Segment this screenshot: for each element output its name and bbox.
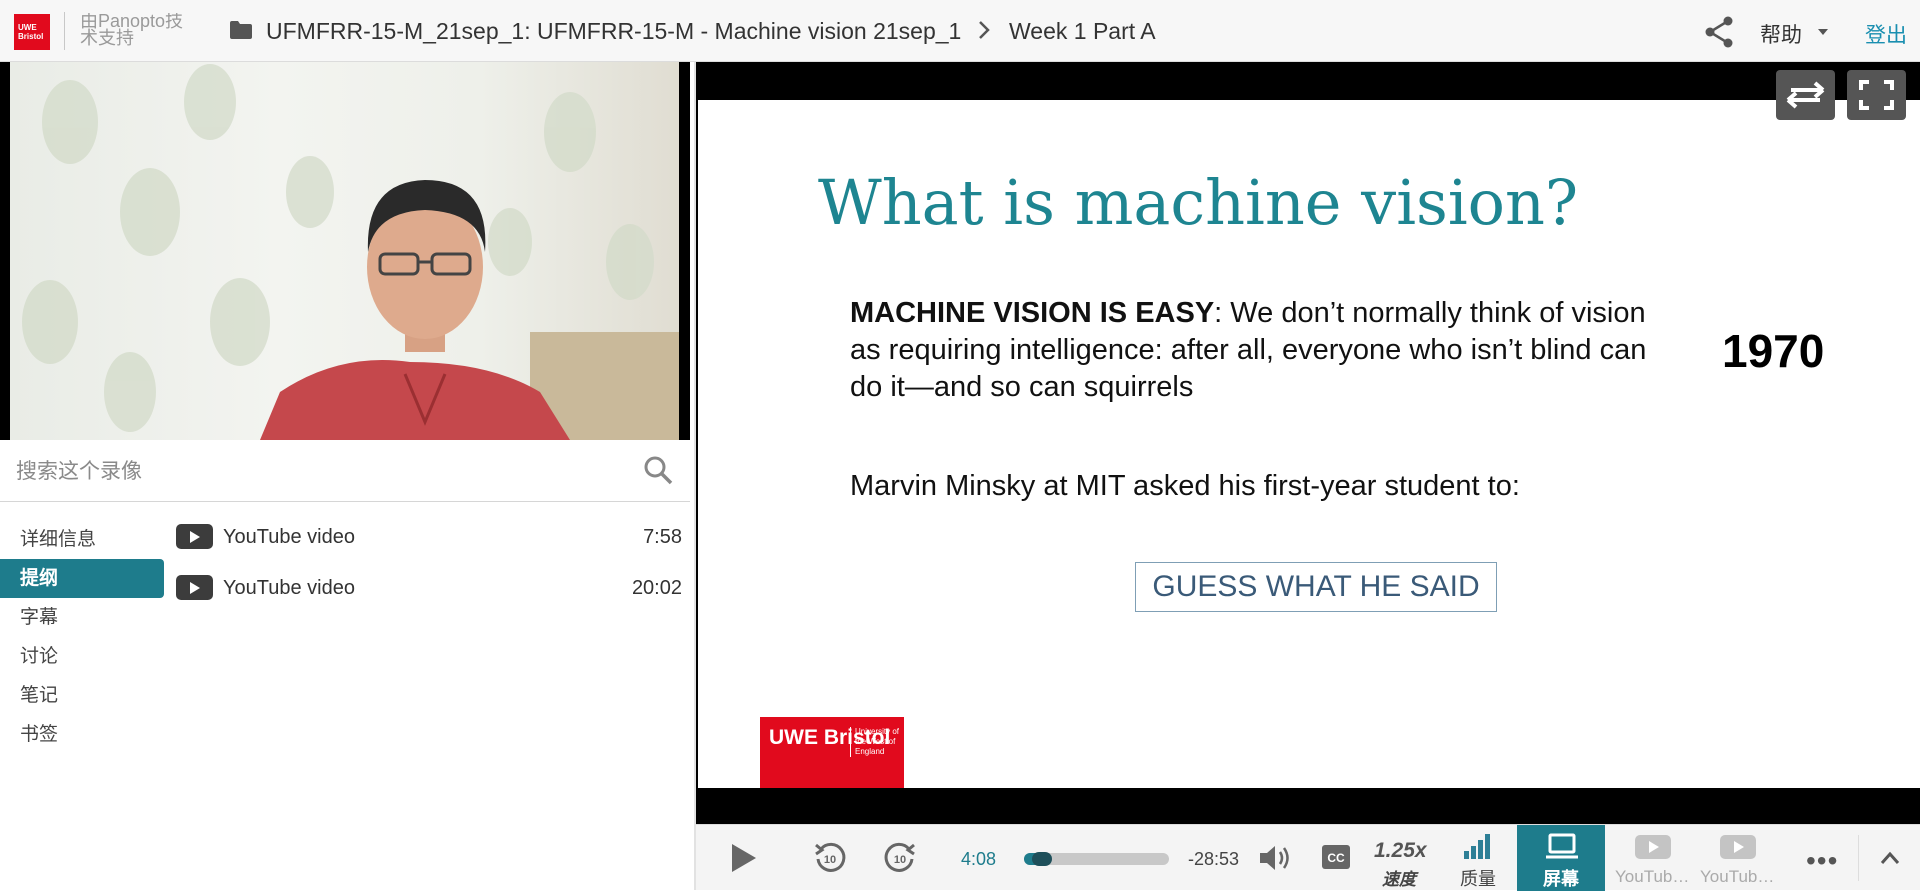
outline-item-title: YouTube video [223,526,355,548]
svg-text:CC: CC [1327,851,1345,865]
more-options-icon[interactable]: ••• [1806,845,1838,877]
tab-screen-label: 屏幕 [1543,869,1579,890]
remaining-time: -28:53 [1188,849,1240,869]
youtube-icon [1720,835,1756,859]
presenter-video-frame [10,62,679,440]
sidebar-nav: 详细信息 提纲 字幕 讨论 笔记 书签 [0,520,164,754]
youtube-icon [176,524,213,549]
logo-text: UWE Bristol [18,23,44,41]
slide-paragraph-1: MACHINE VISION IS EASY: We don’t normall… [850,295,1670,406]
folder-icon [230,21,252,39]
slide-logo-small: University of the West of England [850,727,902,757]
top-bar: UWE Bristol 由Panopto技术支持 UFMFRR-15-M_21s… [0,0,1920,62]
webcam-video[interactable] [0,62,690,440]
slide-year: 1970 [1722,325,1825,377]
chevron-down-icon[interactable] [1818,29,1828,35]
elapsed-time: 4:08 [961,849,997,869]
sidebar-item-bookmarks[interactable]: 书签 [0,715,164,754]
list-item[interactable]: YouTube video 20:02 [176,569,682,620]
search-icon[interactable] [643,455,673,485]
slide-paragraph-2: Marvin Minsky at MIT asked his first-yea… [850,470,1520,502]
divider [1858,835,1859,881]
forward-10-icon[interactable]: 10 [883,841,917,875]
swap-button[interactable] [1776,70,1835,120]
logout-link[interactable]: 登出 [1865,19,1907,49]
rewind-10-icon[interactable]: 10 [813,841,847,875]
slide-paragraph-1-bold: MACHINE VISION IS EASY [850,297,1215,329]
tab-youtube-2[interactable]: YouTube video [1696,825,1776,891]
uwe-logo[interactable]: UWE Bristol [14,14,50,50]
list-item[interactable]: YouTube video 7:58 [176,518,682,569]
sidebar-item-notes[interactable]: 笔记 [0,676,164,715]
outline-list: YouTube video 7:58 YouTube video 20:02 [176,518,682,620]
swap-icon [1786,81,1825,109]
breadcrumb-session: Week 1 Part A [1009,18,1156,44]
laptop-icon [1546,833,1578,859]
breadcrumb-folder[interactable]: UFMFRR-15-M_21sep_1: UFMFRR-15-M - Machi… [266,18,961,45]
sidebar-item-details[interactable]: 详细信息 [0,520,164,559]
powered-by-text[interactable]: 由Panopto技术支持 [80,13,196,51]
tab-youtube-1[interactable]: YouTube video [1613,825,1693,891]
share-icon[interactable] [1704,16,1734,48]
quality-icon[interactable] [1464,833,1492,859]
search-bar [0,440,690,502]
tab-youtube-1-label: YouTube video [1615,867,1691,886]
fullscreen-button[interactable] [1847,70,1906,120]
sidebar-item-discussion[interactable]: 讨论 [0,637,164,676]
search-input[interactable] [16,452,616,490]
play-icon[interactable] [730,843,758,873]
outline-item-title: YouTube video [223,577,355,599]
slide-logo: UWE Bristol University of the West of En… [760,717,904,788]
outline-item-time: 20:02 [631,577,682,599]
speed-label[interactable]: 速度 [1382,865,1416,890]
svg-text:10: 10 [824,854,836,866]
help-menu[interactable]: 帮助 [1760,19,1802,49]
progress-handle[interactable] [1032,852,1053,866]
quality-label[interactable]: 质量 [1460,865,1496,891]
slide-content: What is machine vision? MACHINE VISION I… [698,100,1920,788]
youtube-icon [176,575,213,600]
progress-bar[interactable] [1024,852,1169,866]
volume-icon[interactable] [1258,843,1294,873]
tab-youtube-2-label: YouTube video [1700,867,1776,886]
chevron-right-icon [979,21,990,39]
tab-screen[interactable]: 屏幕 [1517,825,1605,891]
svg-text:10: 10 [894,854,906,866]
sidebar-item-outline[interactable]: 提纲 [0,559,164,598]
guess-button: GUESS WHAT HE SAID [1135,562,1497,612]
closed-captions-icon[interactable]: CC [1322,845,1350,869]
fullscreen-icon [1859,80,1894,110]
slide-title: What is machine vision? [818,166,1579,239]
player-controls: 10 10 4:08 -28:53 CC 1.25x 速度 质量 屏幕 YouT… [696,824,1920,891]
speed-value[interactable]: 1.25x [1374,839,1427,863]
chevron-up-icon[interactable] [1880,851,1900,865]
youtube-icon [1635,835,1671,859]
sidebar-item-captions[interactable]: 字幕 [0,598,164,637]
outline-item-time: 7:58 [643,526,682,548]
presenter-image [22,64,679,440]
divider [64,12,65,50]
